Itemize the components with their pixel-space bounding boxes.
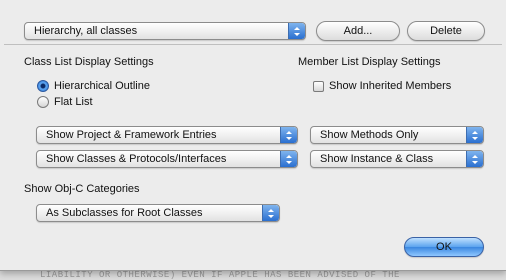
popup-arrows-icon [466, 151, 483, 167]
hierarchy-popup[interactable]: Hierarchy, all classes [24, 22, 306, 40]
flat-list-label[interactable]: Flat List [54, 96, 93, 108]
background-window-text: LIABILITY OR OTHERWISE) EVEN IF APPLE HA… [40, 270, 400, 280]
popup-arrows-icon [280, 151, 297, 167]
delete-button[interactable]: Delete [407, 21, 485, 41]
ok-button[interactable]: OK [404, 237, 484, 257]
flat-list-radio[interactable] [37, 96, 49, 108]
methods-popup[interactable]: Show Methods Only [310, 126, 484, 144]
objc-categories-popup[interactable]: As Subclasses for Root Classes [36, 204, 280, 222]
class-browser-options-sheet: Hierarchy, all classes Add... Delete Cla… [0, 0, 506, 271]
project-framework-popup-value: Show Project & Framework Entries [46, 129, 217, 141]
instance-class-popup-value: Show Instance & Class [320, 153, 434, 165]
popup-arrows-icon [262, 205, 279, 221]
methods-popup-value: Show Methods Only [320, 129, 419, 141]
hierarchical-outline-radio[interactable] [37, 80, 49, 92]
hierarchy-popup-value: Hierarchy, all classes [34, 25, 138, 37]
popup-arrows-icon [288, 23, 305, 39]
classes-protocols-popup-value: Show Classes & Protocols/Interfaces [46, 153, 227, 165]
instance-class-popup[interactable]: Show Instance & Class [310, 150, 484, 168]
separator [4, 44, 502, 45]
popup-arrows-icon [280, 127, 297, 143]
objc-categories-popup-value: As Subclasses for Root Classes [46, 207, 203, 219]
add-button[interactable]: Add... [316, 21, 400, 41]
class-list-heading: Class List Display Settings [24, 56, 154, 68]
classes-protocols-popup[interactable]: Show Classes & Protocols/Interfaces [36, 150, 298, 168]
objc-categories-heading: Show Obj-C Categories [24, 183, 140, 195]
hierarchical-outline-label[interactable]: Hierarchical Outline [54, 80, 150, 92]
member-list-heading: Member List Display Settings [298, 56, 441, 68]
popup-arrows-icon [466, 127, 483, 143]
show-inherited-checkbox[interactable] [313, 81, 324, 92]
show-inherited-label[interactable]: Show Inherited Members [329, 80, 451, 92]
project-framework-popup[interactable]: Show Project & Framework Entries [36, 126, 298, 144]
